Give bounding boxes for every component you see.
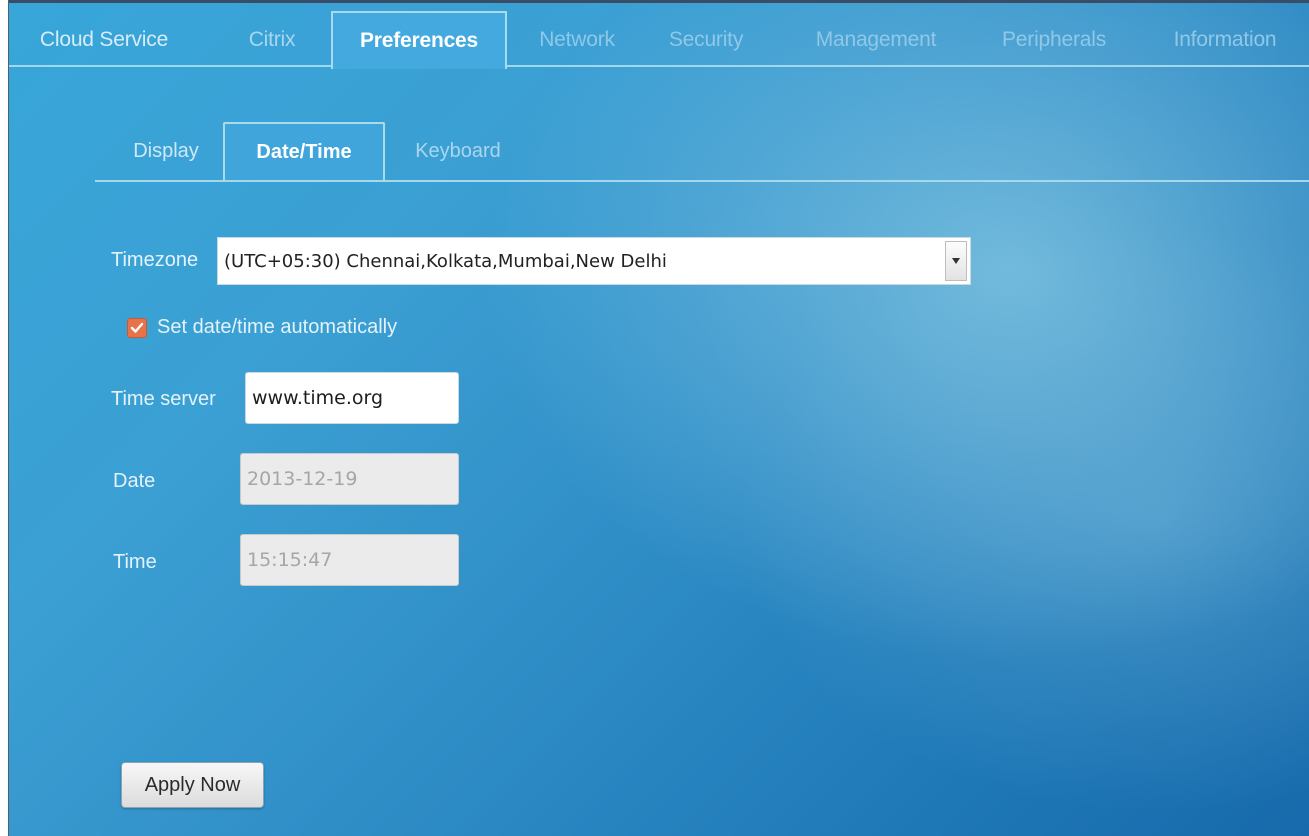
- tab-network[interactable]: Network: [521, 11, 633, 69]
- dropdown-arrow-icon[interactable]: [945, 241, 967, 281]
- tab-keyboard[interactable]: Keyboard: [395, 122, 521, 180]
- date-value: 2013-12-19: [247, 468, 358, 490]
- auto-datetime-checkbox[interactable]: [127, 318, 147, 338]
- tab-security[interactable]: Security: [651, 11, 761, 69]
- auto-datetime-label: Set date/time automatically: [157, 316, 398, 338]
- sub-tab-bar: Display Date/Time Keyboard: [95, 122, 1309, 182]
- time-label: Time: [113, 551, 157, 573]
- time-server-input[interactable]: www.time.org: [245, 372, 459, 424]
- time-value: 15:15:47: [247, 549, 333, 571]
- tab-peripherals[interactable]: Peripherals: [983, 11, 1125, 69]
- tab-management[interactable]: Management: [791, 11, 961, 69]
- timezone-select[interactable]: (UTC+05:30) Chennai,Kolkata,Mumbai,New D…: [217, 237, 971, 285]
- tab-information[interactable]: Information: [1155, 11, 1295, 69]
- main-tab-bar: Cloud Service Citrix Preferences Network…: [9, 3, 1309, 69]
- checkmark-icon: [130, 322, 144, 333]
- tab-citrix[interactable]: Citrix: [231, 11, 313, 69]
- date-field: 2013-12-19: [240, 453, 459, 505]
- time-field: 15:15:47: [240, 534, 459, 586]
- timezone-value: (UTC+05:30) Chennai,Kolkata,Mumbai,New D…: [224, 250, 667, 272]
- tab-date-time[interactable]: Date/Time: [223, 122, 385, 180]
- apply-now-button[interactable]: Apply Now: [121, 762, 264, 808]
- tab-preferences[interactable]: Preferences: [331, 11, 507, 69]
- timezone-label: Timezone: [111, 249, 199, 271]
- time-server-label: Time server: [111, 388, 216, 410]
- app-window: Cloud Service Citrix Preferences Network…: [8, 0, 1309, 836]
- date-label: Date: [113, 470, 156, 492]
- tab-cloud-service[interactable]: Cloud Service: [19, 11, 189, 69]
- time-server-value: www.time.org: [252, 387, 384, 409]
- tab-display[interactable]: Display: [111, 122, 221, 180]
